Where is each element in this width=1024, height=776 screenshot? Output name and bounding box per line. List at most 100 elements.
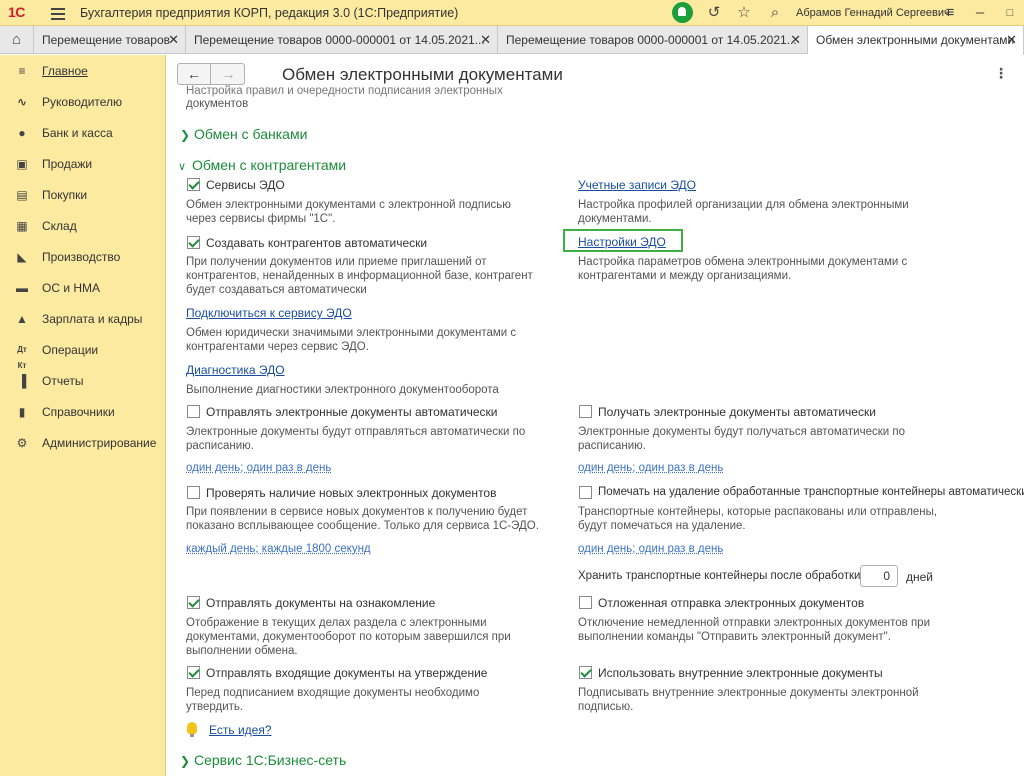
tab-transfer-doc-1[interactable]: Перемещение товаров 0000-000001 от 14.05…	[186, 26, 498, 54]
favorites-star-icon[interactable]: ☆	[734, 3, 754, 23]
edo-services-label[interactable]: Сервисы ЭДО	[206, 178, 285, 192]
app-title: Бухгалтерия предприятия КОРП, редакция 3…	[80, 6, 459, 20]
close-tab-icon[interactable]: ✕	[1006, 26, 1017, 54]
edo-accounts-link[interactable]: Учетные записи ЭДО	[578, 178, 696, 192]
create-counterparties-checkbox[interactable]	[187, 236, 200, 249]
delayed-send-label[interactable]: Отложенная отправка электронных документ…	[598, 596, 864, 610]
factory-icon: ◣	[17, 250, 27, 264]
sidebar-item-production[interactable]: ◣ Производство	[0, 245, 166, 269]
close-tab-icon[interactable]: ✕	[790, 26, 801, 54]
use-internal-label[interactable]: Использовать внутренние электронные доку…	[598, 666, 883, 680]
mark-delete-hint: будут помечаться на удаление.	[578, 520, 746, 532]
title-bar: 1С Бухгалтерия предприятия КОРП, редакци…	[0, 0, 1024, 26]
main-menu-button[interactable]	[48, 3, 68, 23]
sidebar-item-sales[interactable]: ▣ Продажи	[0, 152, 166, 176]
connect-edo-service-link[interactable]: Подключиться к сервису ЭДО	[186, 306, 352, 320]
sidebar-item-label: Зарплата и кадры	[42, 312, 143, 326]
settings-menu-icon[interactable]: ≡	[940, 3, 960, 23]
sidebar-item-label: Склад	[42, 219, 77, 233]
edo-accounts-hint: Настройка профилей организации для обмен…	[578, 199, 909, 211]
tab-label: Перемещение товаров 0000-000001 от 14.05…	[506, 33, 797, 47]
use-internal-checkbox[interactable]	[579, 666, 592, 679]
check-new-hint: показано всплывающее сообщение. Только д…	[186, 520, 539, 532]
tab-transfer-doc-2[interactable]: Перемещение товаров 0000-000001 от 14.05…	[498, 26, 808, 54]
receive-auto-checkbox[interactable]	[579, 405, 592, 418]
send-review-hint: Отображение в текущих делах раздела с эл…	[186, 617, 487, 629]
notifications-bell-icon[interactable]	[672, 2, 693, 23]
send-incoming-label[interactable]: Отправлять входящие документы на утвержд…	[206, 666, 487, 680]
bar-chart-icon: ▐	[17, 374, 27, 388]
forward-arrow-icon[interactable]: →	[212, 64, 245, 84]
edo-services-checkbox[interactable]	[187, 178, 200, 191]
sidebar-item-salary[interactable]: ▲ Зарплата и кадры	[0, 307, 166, 331]
tab-transfer-goods[interactable]: Перемещение товаров ✕	[34, 26, 186, 54]
edo-diagnostics-link[interactable]: Диагностика ЭДО	[186, 363, 285, 377]
chevron-down-icon: ∨	[178, 161, 187, 173]
send-auto-checkbox[interactable]	[187, 405, 200, 418]
section-business-network[interactable]: ❯ Сервис 1С:Бизнес-сеть	[180, 752, 346, 768]
edo-services-hint: Обмен электронными документами с электро…	[186, 199, 511, 211]
tab-bar: ⌂ Перемещение товаров ✕ Перемещение това…	[0, 26, 1024, 55]
use-internal-hint: Подписывать внутренние электронные докум…	[578, 687, 919, 699]
minimize-icon[interactable]: –	[970, 3, 990, 23]
sidebar-item-directories[interactable]: ▮ Справочники	[0, 400, 166, 424]
section-title: Сервис 1С:Бизнес-сеть	[194, 752, 347, 768]
sidebar-item-manager[interactable]: ∿ Руководителю	[0, 90, 166, 114]
sidebar-item-label: Главное	[42, 64, 88, 78]
sidebar-item-label: Справочники	[42, 405, 115, 419]
edo-settings-link[interactable]: Настройки ЭДО	[578, 235, 666, 249]
send-review-label[interactable]: Отправлять документы на ознакомление	[206, 596, 435, 610]
truck-icon: ▬	[16, 281, 28, 295]
connect-service-hint: контрагентами через сервис ЭДО.	[186, 341, 369, 353]
close-tab-icon[interactable]: ✕	[168, 26, 179, 54]
check-new-checkbox[interactable]	[187, 486, 200, 499]
sidebar-item-label: Руководителю	[42, 95, 123, 109]
navigation-buttons: ← →	[177, 63, 245, 85]
mark-delete-checkbox[interactable]	[579, 486, 592, 499]
diagnostics-hint: Выполнение диагностики электронного доку…	[186, 384, 499, 396]
sidebar-item-purchases[interactable]: ▤ Покупки	[0, 183, 166, 207]
send-review-checkbox[interactable]	[187, 596, 200, 609]
sidebar-item-fixed-assets[interactable]: ▬ ОС и НМА	[0, 276, 166, 300]
receive-auto-label[interactable]: Получать электронные документы автоматич…	[598, 405, 876, 419]
delayed-send-checkbox[interactable]	[579, 596, 592, 609]
history-icon[interactable]: ↺	[704, 3, 724, 23]
sidebar-item-reports[interactable]: ▐ Отчеты	[0, 369, 166, 393]
send-incoming-checkbox[interactable]	[187, 666, 200, 679]
chart-line-icon: ∿	[16, 95, 28, 109]
sidebar-item-administration[interactable]: ⚙ Администрирование	[0, 431, 166, 455]
mark-delete-label[interactable]: Помечать на удаление обработанные трансп…	[598, 486, 1024, 498]
window-restore-icon[interactable]: □	[1000, 3, 1020, 23]
send-review-hint: выполнении обмена.	[186, 645, 298, 657]
create-counterparties-label[interactable]: Создавать контрагентов автоматически	[206, 236, 427, 250]
keep-containers-unit: дней	[906, 570, 934, 584]
mark-delete-schedule-link[interactable]: один день; один раз в день	[578, 543, 723, 555]
menu-icon: ≡	[18, 64, 26, 78]
home-tab-icon[interactable]: ⌂	[0, 26, 34, 54]
sidebar-item-bank[interactable]: ● Банк и касса	[0, 121, 166, 145]
receive-auto-schedule-link[interactable]: один день; один раз в день	[578, 462, 723, 474]
gear-icon: ⚙	[16, 436, 28, 450]
edo-services-hint: через сервисы фирмы "1С".	[186, 213, 336, 225]
idea-link[interactable]: Есть идея?	[209, 723, 272, 737]
sections-panel: ≡ Главное ∿ Руководителю ● Банк и касса …	[0, 55, 166, 776]
sidebar-item-label: Продажи	[42, 157, 93, 171]
send-auto-label[interactable]: Отправлять электронные документы автомат…	[206, 405, 498, 419]
close-tab-icon[interactable]: ✕	[480, 26, 491, 54]
tab-edo-exchange[interactable]: Обмен электронными документами ✕	[808, 26, 1024, 55]
sidebar-item-main[interactable]: ≡ Главное	[0, 59, 166, 83]
sidebar-item-warehouse[interactable]: ▦ Склад	[0, 214, 166, 238]
keep-containers-days-input[interactable]: 0	[860, 565, 898, 587]
search-icon[interactable]: ⌕	[765, 3, 785, 23]
bag-icon: ▣	[16, 157, 28, 171]
check-new-schedule-link[interactable]: каждый день; каждые 1800 секунд	[186, 543, 371, 555]
current-user-name[interactable]: Абрамов Геннадий Сергеевич	[796, 7, 950, 19]
check-new-label[interactable]: Проверять наличие новых электронных доку…	[206, 486, 496, 500]
more-actions-icon[interactable]: ⋮	[994, 65, 1008, 82]
back-arrow-icon[interactable]: ←	[178, 64, 211, 84]
section-counterparty-exchange[interactable]: ∨ Обмен с контрагентами	[178, 157, 346, 173]
section-title: Обмен с банками	[194, 126, 308, 142]
send-auto-schedule-link[interactable]: один день; один раз в день	[186, 462, 331, 474]
sidebar-item-operations[interactable]: Дт Кт Операции	[0, 338, 166, 370]
section-bank-exchange[interactable]: ❯ Обмен с банками	[180, 126, 307, 142]
